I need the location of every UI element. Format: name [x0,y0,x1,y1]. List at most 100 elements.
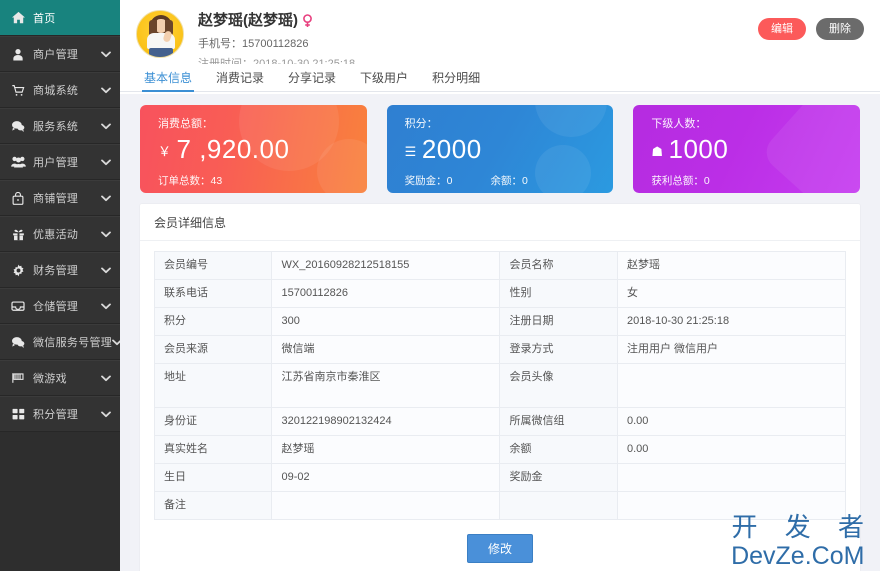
sidebar-item-8[interactable]: 仓储管理 [0,288,120,324]
tab-1[interactable]: 消费记录 [216,71,264,91]
female-icon [302,14,313,28]
table-cell-value: 2018-10-30 21:25:18 [616,307,847,336]
sidebar-item-3[interactable]: 服务系统 [0,108,120,144]
stat-card-symbol-icon: ☗ [651,144,664,159]
admin-page: 首页商户管理商城系统服务系统用户管理商铺管理优惠活动财务管理 仓储管理微信服务号管… [0,0,880,571]
sidebar-item-10[interactable]: 微游戏 [0,360,120,396]
avatar [136,10,184,58]
member-phone: 手机号：15700112826 [198,38,309,50]
table-cell-value: WX_20160928212518155 [271,251,501,280]
sidebar-item-7[interactable]: 财务管理 [0,252,120,288]
chevron-down-icon[interactable] [101,195,111,202]
sidebar-item-label: 优惠活动 [33,229,79,241]
modify-button[interactable]: 修改 [466,534,533,563]
chevron-down-icon[interactable] [101,375,111,382]
sidebar-item-label: 商城系统 [33,85,79,97]
sidebar-item-5[interactable]: 商铺管理 [0,180,120,216]
delete-button[interactable]: 删除 [816,18,864,40]
table-cell-label [499,491,618,520]
sidebar-item-2[interactable]: 商城系统 [0,72,120,108]
sidebar-item-4[interactable]: 用户管理 [0,144,120,180]
chevron-down-icon[interactable] [101,267,111,274]
sidebar-item-label: 商户管理 [33,49,79,61]
member-name: 赵梦瑶(赵梦瑶) [198,12,298,29]
stat-card-value: 7 ,920.00 [176,134,290,164]
table-cell-value: 微信端 [271,335,501,364]
stat-card-foot-0: 获利总额：0 [651,175,710,187]
tab-bar: 基本信息 消费记录 分享记录 下级用户 积分明细 [120,64,880,92]
table-cell-label: 身份证 [153,407,273,436]
page-title: 赵梦瑶(赵梦瑶) [198,11,355,31]
sidebar-item-label: 积分管理 [33,409,79,421]
table-cell-label: 积分 [153,307,273,336]
table-cell-label: 地址 [153,363,273,408]
tab-2[interactable]: 分享记录 [288,71,336,91]
table-row: 身份证 320122198902132424 所属微信组 0.00 [153,407,847,436]
sidebar-item-label: 微信服务号管理 [33,337,113,349]
panel-title: 会员详细信息 [140,204,860,241]
table-cell-label: 奖励金 [499,463,618,492]
chevron-down-icon[interactable] [101,303,111,310]
table-cell-value: 09-02 [271,463,501,492]
box-icon [10,298,26,314]
chevron-down-icon[interactable] [101,159,111,166]
table-cell-value: 300 [271,307,501,336]
tab-4[interactable]: 积分明细 [432,71,480,91]
stat-card-1: 积分： ☰ 2000 奖励金：0 余额：0 [386,105,614,193]
sidebar-item-label: 微游戏 [33,373,67,385]
table-row: 联系电话 15700112826 性别女 [153,279,847,308]
table-row: 备注 [153,491,847,520]
chevron-down-icon[interactable] [101,411,111,418]
header-actions: 编辑 删除 [758,18,864,40]
sidebar-item-6[interactable]: 优惠活动 [0,216,120,252]
stat-card-title: 积分： [404,118,438,130]
stat-card-2: 下级人数： ☗ 1000 获利总额：0 [633,105,861,193]
stat-card-value: 1000 [668,134,729,164]
stat-card-foot-0: 奖励金：0 [404,175,453,187]
flag-icon [10,370,26,386]
stat-card-symbol-icon: ￥ [158,144,172,159]
tab-0[interactable]: 基本信息 [141,71,195,92]
sidebar-item-label: 服务系统 [33,121,79,133]
chevron-down-icon[interactable] [101,231,111,238]
table-cell-label: 会员编号 [153,251,273,280]
table-cell-label: 真实姓名 [153,435,273,464]
table-cell-value: 赵梦瑶 [271,435,501,464]
detail-panel: 会员详细信息 会员编号 WX_20160928212518155 会员名称赵梦瑶 联系… [140,204,860,571]
main-area: 赵梦瑶(赵梦瑶) 手机号：15700112826 注册时间：2018-10-30… [120,0,880,571]
users-icon [10,154,26,170]
grid-icon [10,406,26,422]
sidebar-item-label: 商铺管理 [33,193,79,205]
shop-icon [10,190,26,206]
sidebar-item-label: 用户管理 [33,157,79,169]
table-row: 会员来源 微信端 登录方式 注用用户 微信用户 [153,335,847,364]
chevron-down-icon[interactable] [101,51,111,58]
table-cell-value: 320122198902132424 [271,407,501,436]
chat-icon [10,334,26,350]
table-cell-label: 备注 [153,491,273,520]
chevron-down-icon[interactable] [112,339,120,346]
table-cell-value: 0.00 [616,407,847,436]
sidebar-item-9[interactable]: 微信服务号管理 [0,324,120,360]
table-cell-label: 会员头像 [499,363,618,408]
sidebar: 首页商户管理商城系统服务系统用户管理商铺管理优惠活动财务管理 仓储管理微信服务号管… [0,0,120,571]
sidebar-item-1[interactable]: 商户管理 [0,36,120,72]
tab-3[interactable]: 下级用户 [360,71,408,91]
table-cell-value: 女 [616,279,847,308]
table-cell-label: 登录方式 [499,335,618,364]
chevron-down-icon[interactable] [101,87,111,94]
edit-button[interactable]: 编辑 [758,18,806,40]
table-row: 生日 09-02 奖励金 [153,463,847,492]
table-cell-value [271,491,501,520]
table-cell-value: 0.00 [616,435,847,464]
table-cell-label: 所属微信组 [499,407,618,436]
home-icon [10,10,26,26]
chevron-down-icon[interactable] [101,123,111,130]
gear-icon [10,262,26,278]
table-cell-label: 联系电话 [153,279,273,308]
table-cell-value: 注用用户 微信用户 [616,335,847,364]
sidebar-item-0[interactable]: 首页 [0,0,120,36]
sidebar-item-11[interactable]: 积分管理 [0,396,120,432]
stat-card-symbol-icon: ☰ [404,144,417,159]
table-cell-label: 会员名称 [499,251,618,280]
